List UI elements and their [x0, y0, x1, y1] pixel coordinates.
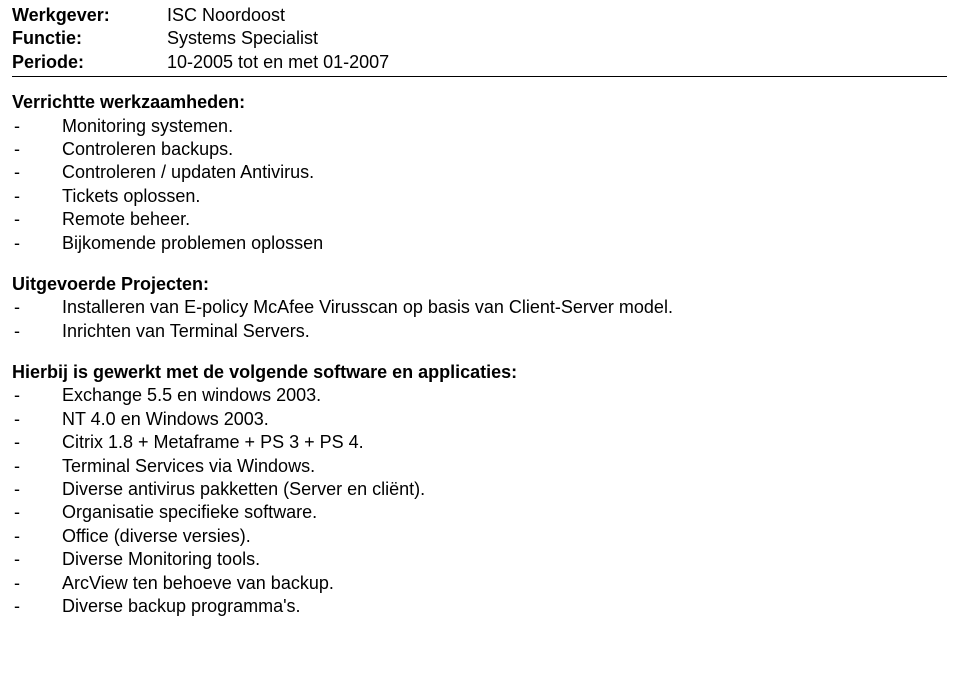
header-value-employer: ISC Noordoost	[167, 4, 947, 27]
header-label-role: Functie:	[12, 27, 167, 50]
list-item: -Exchange 5.5 en windows 2003.	[12, 384, 947, 407]
list-item: -Diverse Monitoring tools.	[12, 548, 947, 571]
document-page: Werkgever: ISC Noordoost Functie: System…	[0, 0, 959, 656]
list-item-text: Tickets oplossen.	[62, 185, 947, 208]
list-projects: -Installeren van E-policy McAfee Virussc…	[12, 296, 947, 343]
list-item-text: Bijkomende problemen oplossen	[62, 232, 947, 255]
list-item-text: Terminal Services via Windows.	[62, 455, 947, 478]
bullet-icon: -	[12, 320, 62, 343]
list-item: -Installeren van E-policy McAfee Virussc…	[12, 296, 947, 319]
list-item: -NT 4.0 en Windows 2003.	[12, 408, 947, 431]
list-item: -ArcView ten behoeve van backup.	[12, 572, 947, 595]
list-item: -Organisatie specifieke software.	[12, 501, 947, 524]
bullet-icon: -	[12, 501, 62, 524]
list-item-text: Organisatie specifieke software.	[62, 501, 947, 524]
bullet-icon: -	[12, 478, 62, 501]
bullet-icon: -	[12, 384, 62, 407]
list-item: -Terminal Services via Windows.	[12, 455, 947, 478]
list-item-text: Citrix 1.8 + Metaframe + PS 3 + PS 4.	[62, 431, 947, 454]
list-item-text: Diverse Monitoring tools.	[62, 548, 947, 571]
bullet-icon: -	[12, 572, 62, 595]
bullet-icon: -	[12, 525, 62, 548]
list-item: -Tickets oplossen.	[12, 185, 947, 208]
header-value-period: 10-2005 tot en met 01-2007	[167, 51, 947, 74]
bullet-icon: -	[12, 296, 62, 319]
list-item-text: Exchange 5.5 en windows 2003.	[62, 384, 947, 407]
list-item: -Controleren backups.	[12, 138, 947, 161]
list-item-text: Controleren backups.	[62, 138, 947, 161]
list-item-text: NT 4.0 en Windows 2003.	[62, 408, 947, 431]
list-duties: -Monitoring systemen. -Controleren backu…	[12, 115, 947, 255]
list-item: -Monitoring systemen.	[12, 115, 947, 138]
bullet-icon: -	[12, 208, 62, 231]
list-item: -Bijkomende problemen oplossen	[12, 232, 947, 255]
list-item-text: Diverse backup programma's.	[62, 595, 947, 618]
list-item: -Office (diverse versies).	[12, 525, 947, 548]
bullet-icon: -	[12, 185, 62, 208]
section-title-projects: Uitgevoerde Projecten:	[12, 273, 947, 296]
header-value-role: Systems Specialist	[167, 27, 947, 50]
list-item-text: Monitoring systemen.	[62, 115, 947, 138]
list-item-text: Remote beheer.	[62, 208, 947, 231]
list-item: -Controleren / updaten Antivirus.	[12, 161, 947, 184]
bullet-icon: -	[12, 455, 62, 478]
list-item: -Citrix 1.8 + Metaframe + PS 3 + PS 4.	[12, 431, 947, 454]
header-row-employer: Werkgever: ISC Noordoost	[12, 4, 947, 27]
list-item-text: Installeren van E-policy McAfee Virussca…	[62, 296, 947, 319]
list-item-text: Inrichten van Terminal Servers.	[62, 320, 947, 343]
list-item: -Diverse backup programma's.	[12, 595, 947, 618]
bullet-icon: -	[12, 138, 62, 161]
header-row-period: Periode: 10-2005 tot en met 01-2007	[12, 51, 947, 74]
section-title-software: Hierbij is gewerkt met de volgende softw…	[12, 361, 947, 384]
header-label-period: Periode:	[12, 51, 167, 74]
list-item-text: Diverse antivirus pakketten (Server en c…	[62, 478, 947, 501]
divider	[12, 76, 947, 77]
list-item-text: ArcView ten behoeve van backup.	[62, 572, 947, 595]
section-title-duties: Verrichtte werkzaamheden:	[12, 91, 947, 114]
header-label-employer: Werkgever:	[12, 4, 167, 27]
bullet-icon: -	[12, 115, 62, 138]
bullet-icon: -	[12, 595, 62, 618]
list-item-text: Office (diverse versies).	[62, 525, 947, 548]
list-item: -Inrichten van Terminal Servers.	[12, 320, 947, 343]
bullet-icon: -	[12, 161, 62, 184]
bullet-icon: -	[12, 548, 62, 571]
list-item: -Remote beheer.	[12, 208, 947, 231]
list-item-text: Controleren / updaten Antivirus.	[62, 161, 947, 184]
header-row-role: Functie: Systems Specialist	[12, 27, 947, 50]
bullet-icon: -	[12, 408, 62, 431]
list-software: -Exchange 5.5 en windows 2003. -NT 4.0 e…	[12, 384, 947, 618]
bullet-icon: -	[12, 232, 62, 255]
bullet-icon: -	[12, 431, 62, 454]
list-item: -Diverse antivirus pakketten (Server en …	[12, 478, 947, 501]
